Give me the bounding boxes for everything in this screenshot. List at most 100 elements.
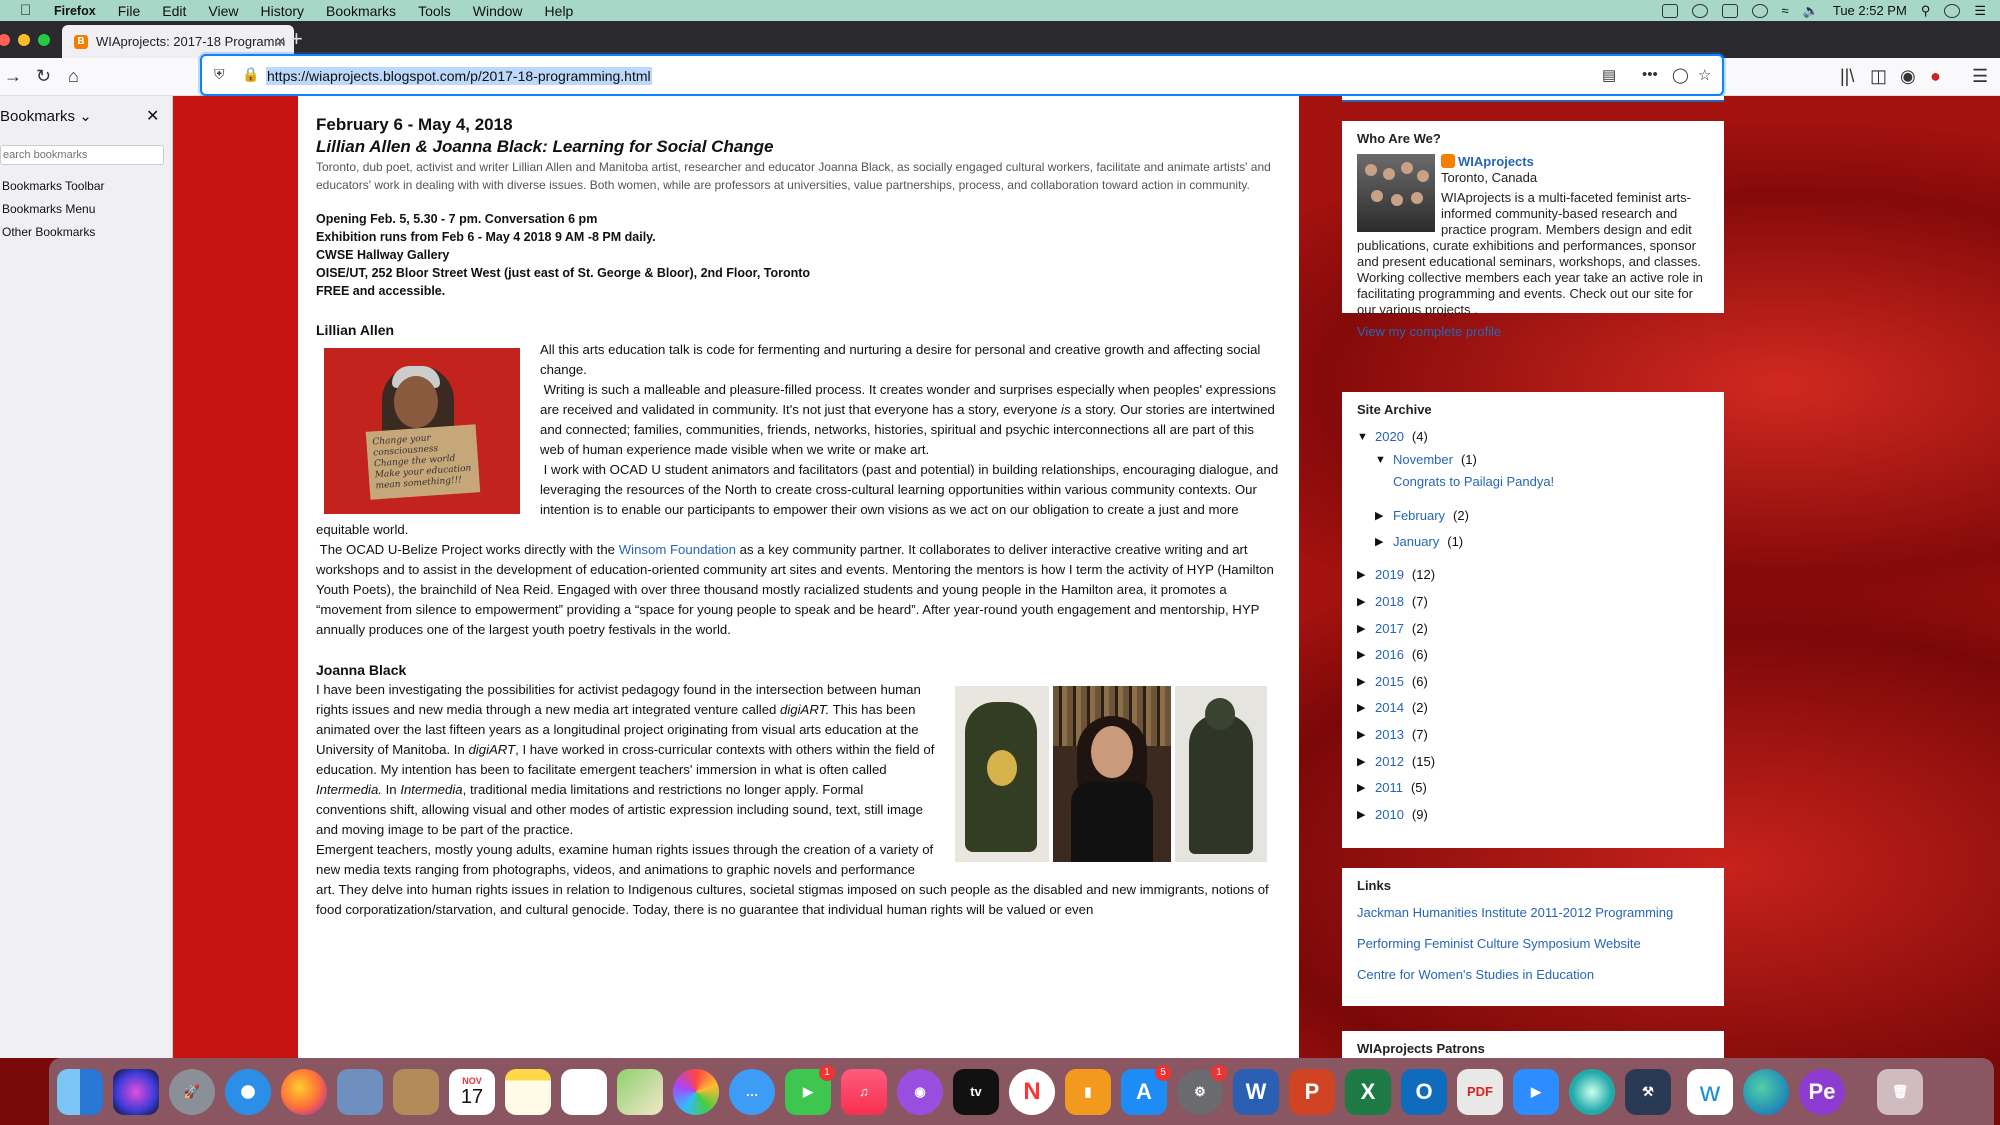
zoom-icon[interactable]: ▶ xyxy=(1513,1068,1559,1115)
launchpad-icon[interactable]: 🚀 xyxy=(169,1068,215,1115)
extension-icon[interactable]: ● xyxy=(1930,66,1941,87)
url-bar[interactable]: ⛨ 🔒 https://wiaprojects.blogspot.com/p/2… xyxy=(200,54,1724,96)
battery-icon[interactable] xyxy=(1721,3,1738,18)
archive-year-2013[interactable]: ▶ 2013 (7) xyxy=(1357,727,1428,743)
spotlight-icon[interactable]: ⚲ xyxy=(1921,3,1931,19)
link-jackman[interactable]: Jackman Humanities Institute 2011-2012 P… xyxy=(1357,905,1673,920)
archive-year-link[interactable]: 2017 xyxy=(1375,621,1404,637)
window-close-button[interactable] xyxy=(0,34,10,46)
new-tab-button[interactable]: + xyxy=(290,26,303,52)
close-icon[interactable]: ✕ xyxy=(146,106,159,126)
edge-icon[interactable] xyxy=(1743,1068,1789,1115)
news-icon[interactable]: N xyxy=(1009,1068,1055,1115)
archive-year-link[interactable]: 2015 xyxy=(1375,674,1404,690)
archive-month-november[interactable]: ▼ November (1) xyxy=(1375,452,1477,468)
triangle-right-icon[interactable]: ▶ xyxy=(1357,594,1367,610)
home-icon[interactable]: ⌂ xyxy=(68,66,79,87)
triangle-right-icon[interactable]: ▶ xyxy=(1357,754,1367,770)
triangle-right-icon[interactable]: ▶ xyxy=(1357,700,1367,716)
photos-icon[interactable] xyxy=(673,1068,719,1115)
time-machine-icon[interactable] xyxy=(1751,3,1768,18)
archive-year-2014[interactable]: ▶ 2014 (2) xyxy=(1357,700,1428,716)
menu-view[interactable]: View xyxy=(208,3,238,19)
triangle-right-icon[interactable]: ▶ xyxy=(1357,567,1367,583)
control-center-icon[interactable]: ☰ xyxy=(1974,3,1986,19)
archive-year-2010[interactable]: ▶ 2010 (9) xyxy=(1357,807,1428,823)
triangle-right-icon[interactable]: ▶ xyxy=(1357,807,1367,823)
affinity-publisher-icon[interactable]: Pe xyxy=(1799,1068,1845,1115)
system-preferences-icon[interactable]: ⚙ 1 xyxy=(1177,1064,1227,1115)
sidebar-title-dropdown[interactable]: Bookmarks ⌄ xyxy=(0,107,92,125)
window-minimize-button[interactable] xyxy=(18,34,30,46)
page-actions-icon[interactable]: ••• xyxy=(1642,66,1658,83)
archive-year-2017[interactable]: ▶ 2017 (2) xyxy=(1357,621,1428,637)
notes-icon[interactable] xyxy=(505,1068,551,1115)
powerpoint-icon[interactable]: P xyxy=(1289,1068,1335,1115)
winsom-foundation-link[interactable]: Winsom Foundation xyxy=(619,542,736,557)
podcasts-icon[interactable]: ◉ xyxy=(897,1068,943,1115)
account-icon[interactable]: ◉ xyxy=(1900,66,1916,87)
archive-post-link[interactable]: Congrats to Pailagi Pandya! xyxy=(1393,474,1554,490)
menu-file[interactable]: File xyxy=(118,3,141,19)
archive-year-link[interactable]: 2019 xyxy=(1375,567,1404,583)
messages-icon[interactable]: … xyxy=(729,1068,775,1115)
word-online-icon[interactable]: w xyxy=(1687,1068,1733,1115)
archive-year-2012[interactable]: ▶ 2012 (15) xyxy=(1357,754,1435,770)
archive-year-link[interactable]: 2018 xyxy=(1375,594,1404,610)
firefox-icon[interactable] xyxy=(281,1068,327,1115)
screen-icon[interactable] xyxy=(1661,3,1678,18)
archive-year-2018[interactable]: ▶ 2018 (7) xyxy=(1357,594,1428,610)
archive-year-2020[interactable]: ▼ 2020 (4) xyxy=(1357,429,1428,445)
archive-year-link[interactable]: 2010 xyxy=(1375,807,1404,823)
triangle-right-icon[interactable]: ▶ xyxy=(1375,534,1385,550)
menu-tools[interactable]: Tools xyxy=(418,3,451,19)
triangle-down-icon[interactable]: ▼ xyxy=(1375,452,1386,468)
word-icon[interactable]: W xyxy=(1233,1068,1279,1115)
siri-icon[interactable] xyxy=(113,1068,159,1115)
archive-month-link[interactable]: January xyxy=(1393,534,1439,550)
sidebar-item-bookmarks-toolbar[interactable]: Bookmarks Toolbar xyxy=(2,179,105,193)
app-store-icon[interactable]: A5 xyxy=(1121,1064,1171,1115)
apple-icon[interactable]:  xyxy=(20,2,42,19)
sidebar-toggle-icon[interactable]: ◫ xyxy=(1870,66,1887,87)
archive-month-february[interactable]: ▶ February (2) xyxy=(1375,508,1469,524)
menu-bookmarks[interactable]: Bookmarks xyxy=(326,3,396,19)
url-text[interactable]: https://wiaprojects.blogspot.com/p/2017-… xyxy=(266,67,652,85)
triangle-right-icon[interactable]: ▶ xyxy=(1357,621,1367,637)
music-icon[interactable]: ♫ xyxy=(841,1068,887,1115)
archive-year-link[interactable]: 2020 xyxy=(1375,429,1404,445)
pocket-icon[interactable]: ◯ xyxy=(1672,66,1689,84)
maps-icon[interactable] xyxy=(617,1068,663,1115)
preview-icon[interactable] xyxy=(337,1068,383,1115)
archive-year-2019[interactable]: ▶ 2019 (12) xyxy=(1357,567,1435,583)
menu-help[interactable]: Help xyxy=(545,3,574,19)
menu-app-name[interactable]: Firefox xyxy=(54,2,96,20)
calendar-icon[interactable]: NOV 17 xyxy=(449,1068,495,1115)
finder-icon[interactable] xyxy=(57,1068,103,1115)
reminders-icon[interactable] xyxy=(561,1068,607,1115)
xcode-icon[interactable]: ⚒ xyxy=(1625,1068,1671,1115)
profile-name-link[interactable]: WIAprojects xyxy=(1458,154,1534,169)
quicktime-icon[interactable] xyxy=(1569,1068,1615,1115)
tv-icon[interactable]: tv xyxy=(953,1068,999,1115)
archive-month-link[interactable]: February xyxy=(1393,508,1445,524)
reload-icon[interactable]: ↻ xyxy=(36,66,51,87)
triangle-right-icon[interactable]: ▶ xyxy=(1357,647,1367,663)
trash-icon[interactable]: 🗑 xyxy=(1877,1068,1923,1115)
view-profile-link[interactable]: View my complete profile xyxy=(1357,324,1501,339)
archive-year-2015[interactable]: ▶ 2015 (6) xyxy=(1357,674,1428,690)
app-menu-icon[interactable]: ☰ xyxy=(1972,66,1988,87)
archive-month-january[interactable]: ▶ January (1) xyxy=(1375,534,1463,550)
archive-year-link[interactable]: 2014 xyxy=(1375,700,1404,716)
archive-year-2016[interactable]: ▶ 2016 (6) xyxy=(1357,647,1428,663)
triangle-right-icon[interactable]: ▶ xyxy=(1357,780,1367,796)
archive-year-link[interactable]: 2016 xyxy=(1375,647,1404,663)
menu-history[interactable]: History xyxy=(260,3,304,19)
shield-icon[interactable]: ⛨ xyxy=(214,66,225,83)
archive-year-2011[interactable]: ▶ 2011 (5) xyxy=(1357,780,1427,796)
library-icon[interactable]: ||\ xyxy=(1840,66,1854,87)
acrobat-icon[interactable]: PDF xyxy=(1457,1068,1503,1115)
reader-view-icon[interactable]: ▤ xyxy=(1602,66,1616,84)
contacts-icon[interactable] xyxy=(393,1068,439,1115)
tab-close-icon[interactable]: ✕ xyxy=(275,34,286,50)
